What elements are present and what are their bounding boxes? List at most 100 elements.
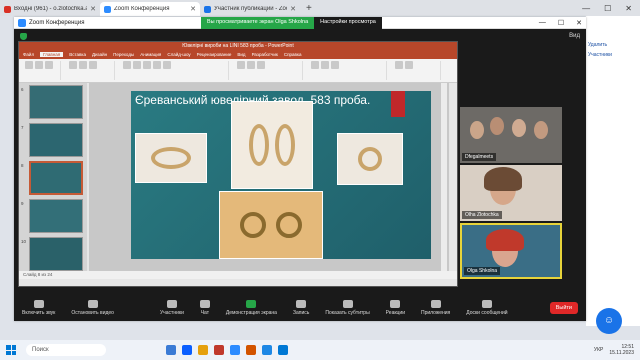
new-slide-icon[interactable]: [69, 61, 77, 69]
slide-thumbnail-selected[interactable]: [29, 161, 83, 195]
find-icon[interactable]: [395, 61, 403, 69]
italic-icon[interactable]: [133, 61, 141, 69]
chat-icon: [199, 300, 210, 308]
zoom-titlebar: Zoom Конференция Вы просматриваете экран…: [14, 17, 586, 29]
clock[interactable]: 12:51 15.11.2023: [609, 344, 634, 356]
ppt-menu-item[interactable]: Главная: [40, 52, 64, 57]
browser-tab-mail[interactable]: Входні (961) - o.zlotochka.arpt... ✕: [0, 2, 100, 16]
view-button[interactable]: Вид: [569, 33, 580, 39]
edge-icon[interactable]: [278, 345, 288, 355]
participant-video-active[interactable]: Olga Shkolna: [460, 223, 562, 279]
page-link[interactable]: Участники: [586, 50, 640, 60]
reset-icon[interactable]: [89, 61, 97, 69]
new-tab-button[interactable]: +: [300, 3, 318, 14]
ppt-menu-item[interactable]: Файл: [23, 52, 34, 57]
ppt-menu-item[interactable]: Вид: [237, 52, 245, 57]
toolbar-label: Показать субтитры: [325, 310, 370, 316]
ppt-menu-item[interactable]: Справка: [284, 52, 302, 57]
close-window-button[interactable]: ✕: [625, 4, 632, 13]
ppt-menu-item[interactable]: Слайд-шоу: [167, 52, 190, 57]
participant-video[interactable]: Dfegalmeets: [460, 107, 562, 163]
bullets-icon[interactable]: [237, 61, 245, 69]
steam-icon[interactable]: [182, 345, 192, 355]
close-icon[interactable]: ✕: [290, 5, 296, 13]
participants-button[interactable]: Участники: [152, 300, 192, 316]
maximize-button[interactable]: ☐: [558, 19, 564, 27]
chat-button[interactable]: Чат: [192, 300, 218, 316]
whiteboard-icon: [481, 300, 492, 308]
share-banner: Вы просматриваете экран Olga Shkolna Нас…: [201, 17, 382, 29]
vertical-scrollbar[interactable]: [441, 83, 447, 271]
stop-video-button[interactable]: Остановить видео: [63, 300, 122, 316]
file-explorer-icon[interactable]: [166, 345, 176, 355]
paste-icon[interactable]: [25, 61, 33, 69]
browser-tab-participant[interactable]: Участник публикации - Zoom ✕: [200, 2, 300, 16]
shared-screen: Ювелірні вироби на LINI 583 проба - Powe…: [18, 41, 458, 287]
share-screen-button[interactable]: Демонстрация экрана: [218, 300, 285, 316]
jewelry-photo[interactable]: [231, 101, 313, 189]
underline-icon[interactable]: [143, 61, 151, 69]
layout-icon[interactable]: [79, 61, 87, 69]
powerpoint-icon[interactable]: [246, 345, 256, 355]
chat-bubble-icon[interactable]: ☺: [596, 308, 622, 334]
jewelry-photo[interactable]: [219, 191, 323, 259]
close-icon[interactable]: ✕: [90, 5, 96, 13]
arrange-icon[interactable]: [321, 61, 329, 69]
page-link[interactable]: Удалить: [586, 40, 640, 50]
chrome-icon[interactable]: [198, 345, 208, 355]
ppt-menu-item[interactable]: Дизайн: [92, 52, 107, 57]
taskbar-search[interactable]: Поиск: [26, 344, 106, 356]
reactions-button[interactable]: Реакции: [378, 300, 413, 316]
apps-button[interactable]: Приложения: [413, 300, 458, 316]
cut-icon[interactable]: [35, 61, 43, 69]
jewelry-photo[interactable]: [135, 133, 207, 183]
view-options-button[interactable]: Настройки просмотра: [314, 17, 382, 29]
ribbon-group-paragraph: [233, 61, 303, 80]
telegram-icon[interactable]: [262, 345, 272, 355]
minimize-button[interactable]: —: [582, 4, 590, 13]
jewelry-photo[interactable]: [337, 133, 403, 185]
slide-thumbnail[interactable]: [29, 237, 83, 271]
security-shield-icon[interactable]: [20, 33, 27, 40]
record-button[interactable]: Запись: [285, 300, 317, 316]
ppt-menu-item[interactable]: Разработчик: [252, 52, 278, 57]
app-icon[interactable]: [214, 345, 224, 355]
toolbar-label: Остановить видео: [71, 310, 114, 316]
window-controls: — ☐ ✕: [582, 4, 640, 13]
zoom-icon[interactable]: [230, 345, 240, 355]
ppt-menu-item[interactable]: Переходы: [113, 52, 134, 57]
maximize-button[interactable]: ☐: [604, 4, 611, 13]
slide-thumbnail[interactable]: [29, 123, 83, 157]
decorative-bar: [391, 91, 405, 117]
ppt-menu-item[interactable]: Рецензирование: [197, 52, 232, 57]
ribbon-group-clipboard: [21, 61, 61, 80]
current-slide[interactable]: Єреванський ювелірний завод. 583 проба.: [131, 91, 431, 259]
windows-start-icon[interactable]: [6, 345, 16, 355]
close-icon[interactable]: ✕: [190, 5, 196, 13]
align-icon[interactable]: [257, 61, 265, 69]
minimize-button[interactable]: —: [539, 19, 546, 27]
ppt-menu-item[interactable]: Вставка: [69, 52, 86, 57]
font-size-icon[interactable]: [163, 61, 171, 69]
captions-button[interactable]: Показать субтитры: [317, 300, 377, 316]
ppt-menu-item[interactable]: Анимация: [140, 52, 161, 57]
numbering-icon[interactable]: [247, 61, 255, 69]
copy-icon[interactable]: [45, 61, 53, 69]
tab-title: Zoom Конференция: [114, 6, 170, 12]
whiteboards-button[interactable]: Доски сообщений: [458, 300, 515, 316]
browser-tab-zoom[interactable]: Zoom Конференция ✕: [100, 2, 200, 16]
close-window-button[interactable]: ✕: [576, 19, 582, 27]
ppt-title-bar: Ювелірні вироби на LINI 583 проба - Powe…: [19, 42, 457, 50]
bold-icon[interactable]: [123, 61, 131, 69]
slide-thumbnail[interactable]: [29, 199, 83, 233]
quick-styles-icon[interactable]: [331, 61, 339, 69]
leave-button[interactable]: Выйти: [549, 302, 578, 314]
replace-icon[interactable]: [405, 61, 413, 69]
slide-thumbnail[interactable]: [29, 85, 83, 119]
language-indicator[interactable]: УКР: [594, 347, 603, 353]
unmute-button[interactable]: Включить звук: [14, 300, 63, 316]
font-color-icon[interactable]: [153, 61, 161, 69]
system-tray: УКР 12:51 15.11.2023: [594, 344, 640, 356]
participant-video[interactable]: Olha Zlotochka: [460, 165, 562, 221]
shapes-icon[interactable]: [311, 61, 319, 69]
